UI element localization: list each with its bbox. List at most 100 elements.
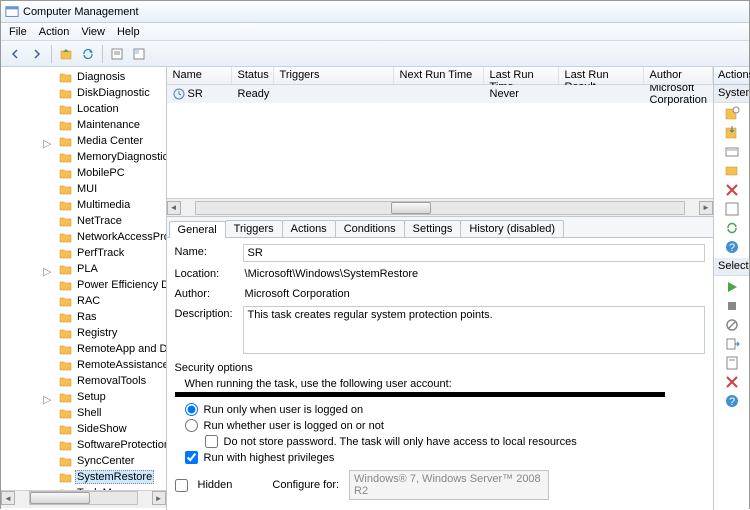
col-last-run[interactable]: Last Run Time — [484, 67, 559, 84]
location-label: Location: — [175, 266, 243, 280]
general-panel: Name: Location:\Microsoft\Windows\System… — [167, 238, 713, 510]
app-icon — [5, 5, 19, 19]
tab-history[interactable]: History (disabled) — [460, 220, 564, 237]
import-task-icon[interactable] — [724, 125, 740, 141]
description-label: Description: — [175, 306, 243, 320]
tree-item-mui[interactable]: MUI — [1, 181, 166, 197]
tab-conditions[interactable]: Conditions — [335, 220, 405, 237]
menu-help[interactable]: Help — [111, 26, 146, 38]
view-icon[interactable] — [724, 201, 740, 217]
tree-item-systemrestore[interactable]: SystemRestore — [1, 469, 166, 485]
actions-group-selected[interactable]: Selected... — [714, 258, 749, 276]
tab-actions[interactable]: Actions — [282, 220, 336, 237]
tree-item-maintenance[interactable]: Maintenance — [1, 117, 166, 133]
configure-for-combo[interactable]: Windows® 7, Windows Server™ 2008 R2 — [349, 470, 549, 500]
tree-item-diskdiagnostic[interactable]: DiskDiagnostic — [1, 85, 166, 101]
col-name[interactable]: Name — [167, 67, 232, 84]
tree-item-sideshow[interactable]: SideShow — [1, 421, 166, 437]
task-row[interactable]: SR Ready Never Microsoft Corporation — [167, 85, 713, 103]
tree-item-mobilepc[interactable]: MobilePC — [1, 165, 166, 181]
task-list-pane: Name Status Triggers Next Run Time Last … — [167, 67, 713, 217]
actions-header: Actions — [714, 67, 749, 85]
tree-item-remoteassistance[interactable]: RemoteAssistance — [1, 357, 166, 373]
help2-icon[interactable]: ? — [724, 393, 740, 409]
menu-bar: File Action View Help — [1, 23, 749, 41]
actions-group-system[interactable]: System... — [714, 85, 749, 103]
radio-logged-on[interactable] — [185, 403, 198, 416]
tab-strip: General Triggers Actions Conditions Sett… — [167, 217, 713, 238]
tree-item-registry[interactable]: Registry — [1, 325, 166, 341]
display-running-icon[interactable] — [724, 144, 740, 160]
menu-action[interactable]: Action — [33, 26, 76, 38]
tree-item-remoteapp-and-desktop-connections[interactable]: RemoteApp and Desktop Connections — [1, 341, 166, 357]
tree-item-networkaccessprotection[interactable]: NetworkAccessProtection — [1, 229, 166, 245]
description-field[interactable] — [243, 306, 705, 354]
tree-item-location[interactable]: Location — [1, 101, 166, 117]
tab-settings[interactable]: Settings — [404, 220, 462, 237]
check-hidden[interactable] — [175, 479, 188, 492]
actions-pane: Actions System... ? Selected... ? — [714, 67, 749, 510]
end-icon[interactable] — [724, 298, 740, 314]
create-task-icon[interactable] — [724, 106, 740, 122]
tree-item-ras[interactable]: Ras — [1, 309, 166, 325]
refresh-icon[interactable] — [724, 220, 740, 236]
tree-pane: DiagnosisDiskDiagnosticLocationMaintenan… — [1, 67, 167, 510]
tree-item-pla[interactable]: ▷PLA — [1, 261, 166, 277]
check-no-store-password[interactable] — [205, 435, 218, 448]
tree-item-perftrack[interactable]: PerfTrack — [1, 245, 166, 261]
refresh-button[interactable] — [78, 44, 98, 64]
up-button[interactable] — [56, 44, 76, 64]
tree-item-rac[interactable]: RAC — [1, 293, 166, 309]
tree-item-multimedia[interactable]: Multimedia — [1, 197, 166, 213]
svg-text:?: ? — [728, 242, 734, 254]
name-field[interactable] — [243, 244, 705, 262]
disable-icon[interactable] — [724, 317, 740, 333]
tree-item-removaltools[interactable]: RemovalTools — [1, 373, 166, 389]
tree-item-shell[interactable]: Shell — [1, 405, 166, 421]
properties-icon[interactable] — [724, 355, 740, 371]
redacted-user-account — [175, 392, 665, 397]
col-status[interactable]: Status — [232, 67, 274, 84]
col-last-result[interactable]: Last Run Result — [559, 67, 644, 84]
tree-scroll[interactable]: DiagnosisDiskDiagnosticLocationMaintenan… — [1, 67, 166, 490]
tree-item-setup[interactable]: ▷Setup — [1, 389, 166, 405]
col-triggers[interactable]: Triggers — [274, 67, 394, 84]
task-hscrollbar[interactable]: ◄► — [167, 198, 713, 216]
col-author[interactable]: Author — [644, 67, 713, 84]
check-highest-privileges[interactable] — [185, 451, 198, 464]
name-label: Name: — [175, 244, 243, 258]
tree-item-power-efficiency-diagnostics[interactable]: Power Efficiency Diagnostics — [1, 277, 166, 293]
location-value: \Microsoft\Windows\SystemRestore — [243, 266, 705, 282]
task-list-body[interactable]: SR Ready Never Microsoft Corporation — [167, 85, 713, 198]
forward-button[interactable] — [27, 44, 47, 64]
configure-for-label: Configure for: — [272, 479, 339, 491]
tree-item-synccenter[interactable]: SyncCenter — [1, 453, 166, 469]
run-icon[interactable] — [724, 279, 740, 295]
tree-item-diagnosis[interactable]: Diagnosis — [1, 69, 166, 85]
toolbar — [1, 41, 749, 67]
help-button[interactable] — [129, 44, 149, 64]
tab-general[interactable]: General — [169, 221, 226, 238]
title-bar: Computer Management — [1, 1, 749, 23]
delete-icon[interactable] — [724, 374, 740, 390]
export-icon[interactable] — [724, 336, 740, 352]
col-next-run[interactable]: Next Run Time — [394, 67, 484, 84]
clock-icon — [173, 88, 185, 100]
menu-file[interactable]: File — [3, 26, 33, 38]
tree-hscrollbar[interactable]: ◄► — [1, 490, 166, 508]
help-icon[interactable]: ? — [724, 239, 740, 255]
task-list-header[interactable]: Name Status Triggers Next Run Time Last … — [167, 67, 713, 85]
delete-folder-icon[interactable] — [724, 182, 740, 198]
security-header: Security options — [175, 362, 705, 374]
tree-item-nettrace[interactable]: NetTrace — [1, 213, 166, 229]
tree-item-memorydiagnostic[interactable]: MemoryDiagnostic — [1, 149, 166, 165]
author-value: Microsoft Corporation — [243, 286, 705, 302]
tree-item-media-center[interactable]: ▷Media Center — [1, 133, 166, 149]
new-folder-icon[interactable] — [724, 163, 740, 179]
tree-item-softwareprotectionplatform[interactable]: SoftwareProtectionPlatform — [1, 437, 166, 453]
back-button[interactable] — [5, 44, 25, 64]
properties-button[interactable] — [107, 44, 127, 64]
menu-view[interactable]: View — [75, 26, 111, 38]
radio-logged-on-or-not[interactable] — [185, 419, 198, 432]
tab-triggers[interactable]: Triggers — [225, 220, 283, 237]
